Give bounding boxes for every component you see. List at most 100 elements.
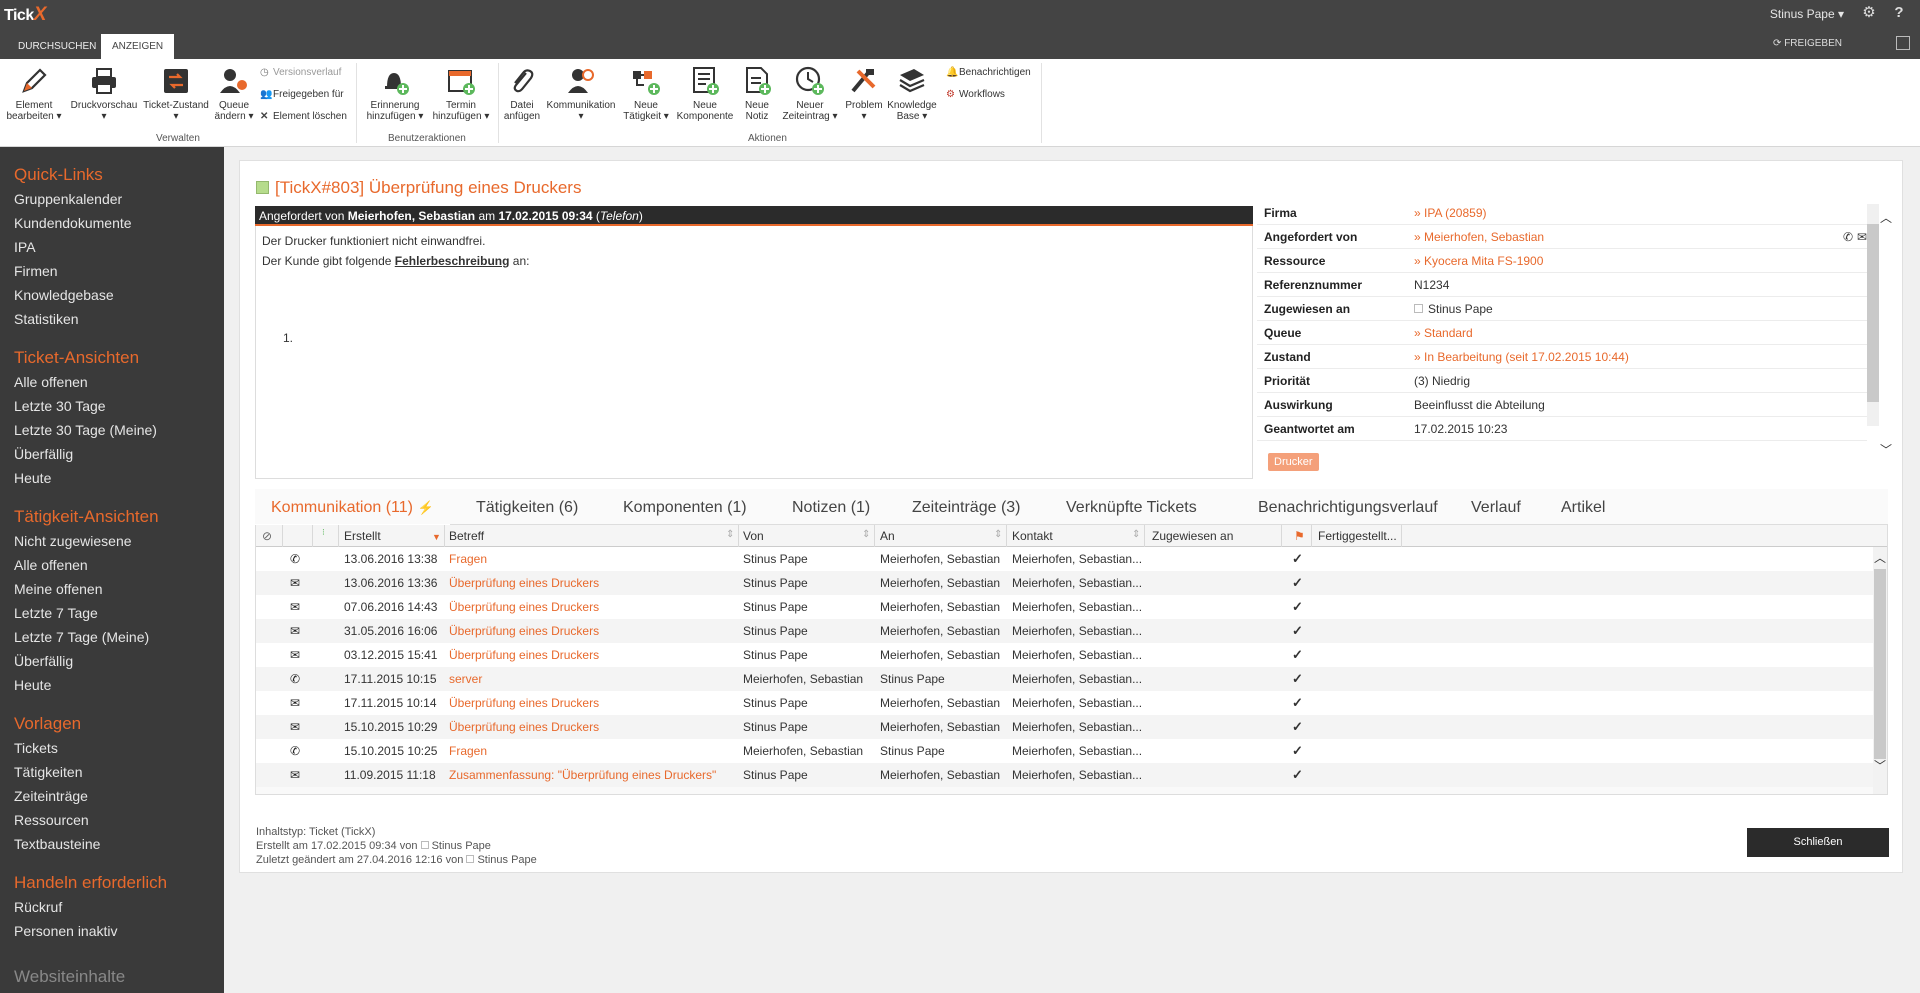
sidebar-item-activities-today[interactable]: Heute: [14, 677, 51, 693]
close-button[interactable]: Schließen: [1747, 828, 1889, 857]
help-icon[interactable]: ?: [1890, 4, 1908, 22]
cell-subject-link[interactable]: Zusammenfassung: "Überprüfung eines Druc…: [449, 763, 716, 787]
cell-subject-link[interactable]: Überprüfung eines Druckers: [449, 691, 599, 715]
sidebar-heading-ticket-views[interactable]: Ticket-Ansichten: [14, 348, 139, 368]
sidebar-item-my-open[interactable]: Meine offenen: [14, 581, 102, 597]
tab-activities[interactable]: Tätigkeiten (6): [476, 499, 578, 517]
change-queue-button[interactable]: Queue ändern ▾: [210, 65, 258, 122]
sort-desc-icon[interactable]: ▼: [432, 532, 441, 542]
attachment-icon[interactable]: ⊘: [262, 529, 272, 543]
sidebar-heading-quick-links[interactable]: Quick-Links: [14, 165, 103, 185]
completed-icon[interactable]: ⚑: [1294, 529, 1305, 543]
sort-dots-icon[interactable]: ⁝: [322, 527, 325, 538]
table-row[interactable]: ✆ 15.10.2015 10:25 Fragen Meierhofen, Sebas…: [256, 739, 1874, 763]
sort-icon[interactable]: ⇕: [862, 529, 870, 540]
sidebar-heading-action-required[interactable]: Handeln erforderlich: [14, 873, 167, 893]
cell-subject-link[interactable]: Fragen: [449, 739, 487, 763]
notify-button[interactable]: 🔔Benachrichtigen: [946, 67, 1031, 78]
fullscreen-icon[interactable]: [1896, 36, 1910, 50]
problem-button[interactable]: Problem ▾: [842, 65, 886, 122]
sidebar-item-unassigned[interactable]: Nicht zugewiesene: [14, 533, 132, 549]
knowledge-base-button[interactable]: Knowledge Base ▾: [886, 65, 938, 122]
sidebar-item-overdue[interactable]: Überfällig: [14, 446, 73, 462]
col-subject[interactable]: Betreff: [449, 529, 484, 543]
sidebar-item-last-30-days[interactable]: Letzte 30 Tage: [14, 398, 106, 414]
cell-subject-link[interactable]: Überprüfung eines Druckers: [449, 619, 599, 643]
cell-subject-link[interactable]: Überprüfung eines Druckers: [449, 571, 599, 595]
new-component-button[interactable]: Neue Komponente: [674, 65, 736, 122]
tab-components[interactable]: Komponenten (1): [623, 499, 747, 517]
print-preview-button[interactable]: Druckvorschau ▾: [70, 65, 138, 122]
assignee[interactable]: Stinus Pape: [1414, 297, 1493, 321]
cell-subject-link[interactable]: Überprüfung eines Druckers: [449, 643, 599, 667]
sidebar-item-group-calendar[interactable]: Gruppenkalender: [14, 191, 122, 207]
cell-subject-link[interactable]: Fragen: [449, 547, 487, 571]
new-time-entry-button[interactable]: Neuer Zeiteintrag ▾: [778, 65, 842, 122]
col-contact[interactable]: Kontakt: [1012, 529, 1053, 543]
scrollbar-thumb[interactable]: [1874, 569, 1886, 759]
communication-button[interactable]: Kommunikation ▾: [546, 65, 616, 122]
tab-time-entries[interactable]: Zeiteinträge (3): [912, 499, 1021, 517]
sidebar-item-tickets[interactable]: Tickets: [14, 740, 58, 756]
table-row[interactable]: ✉ 03.12.2015 15:41 Überprüfung eines Druck…: [256, 643, 1874, 667]
mail-icon[interactable]: ✉: [1857, 225, 1867, 249]
queue-link[interactable]: Standard: [1414, 321, 1473, 345]
user-menu[interactable]: Stinus Pape ▾: [1770, 7, 1844, 21]
resource-link[interactable]: Kyocera Mita FS-1900: [1414, 249, 1543, 273]
cell-subject-link[interactable]: Überprüfung eines Druckers: [449, 715, 599, 739]
sidebar-item-text-blocks[interactable]: Textbausteine: [14, 836, 100, 852]
add-reminder-button[interactable]: Erinnerung hinzufügen ▾: [364, 65, 426, 122]
sidebar-item-statistics[interactable]: Statistiken: [14, 311, 79, 327]
sidebar-item-knowledgebase[interactable]: Knowledgebase: [14, 287, 114, 303]
gear-icon[interactable]: ⚙: [1860, 4, 1878, 22]
sidebar-item-callback[interactable]: Rückruf: [14, 899, 62, 915]
app-logo[interactable]: TickX: [4, 4, 46, 26]
version-history-button[interactable]: ◷ Versionsverlauf: [260, 67, 341, 78]
tab-durchsuchen[interactable]: DURCHSUCHEN: [7, 34, 107, 59]
sidebar-item-time-entries[interactable]: Zeiteinträge: [14, 788, 88, 804]
shared-with-button[interactable]: 👥Freigegeben für: [260, 89, 344, 100]
sidebar-item-ipa[interactable]: IPA: [14, 239, 36, 255]
sidebar-heading-templates[interactable]: Vorlagen: [14, 714, 81, 734]
col-created[interactable]: Erstellt: [344, 529, 381, 543]
state-link[interactable]: In Bearbeitung (seit 17.02.2015 10:44): [1414, 345, 1629, 369]
table-row[interactable]: ✉ 07.06.2016 14:43 Überprüfung eines Druck…: [256, 595, 1874, 619]
new-activity-button[interactable]: Neue Tätigkeit ▾: [618, 65, 674, 122]
tab-notification-history[interactable]: Benachrichtigungsverlauf: [1258, 499, 1438, 517]
cell-subject-link[interactable]: Überprüfung eines Druckers: [449, 595, 599, 619]
error-description-link[interactable]: Fehlerbeschreibung: [395, 254, 510, 268]
tab-history[interactable]: Verlauf: [1471, 499, 1521, 517]
scroll-down-icon[interactable]: ﹀: [1874, 757, 1886, 774]
cell-subject-link[interactable]: server: [449, 667, 482, 691]
table-row[interactable]: ✉ 31.05.2016 16:06 Überprüfung eines Druck…: [256, 619, 1874, 643]
sidebar-item-last-7-days[interactable]: Letzte 7 Tage: [14, 605, 98, 621]
created-by-user[interactable]: Stinus Pape: [432, 840, 491, 852]
scroll-down-icon[interactable]: ﹀: [1880, 441, 1892, 458]
table-row[interactable]: ✉ 15.10.2015 10:29 Überprüfung eines Druck…: [256, 715, 1874, 739]
table-row[interactable]: ✆ 17.11.2015 10:15 server Meierhofen, Sebas…: [256, 667, 1874, 691]
table-row-partial[interactable]: [256, 787, 1874, 794]
table-row[interactable]: ✉ 13.06.2016 13:36 Überprüfung eines Druck…: [256, 571, 1874, 595]
table-row[interactable]: ✉ 11.09.2015 11:18 Zusammenfassung: "Überp…: [256, 763, 1874, 787]
col-to[interactable]: An: [880, 529, 895, 543]
share-button[interactable]: ⟳ FREIGEBEN: [1773, 38, 1842, 49]
table-row[interactable]: ✉ 17.11.2015 10:14 Überprüfung eines Druck…: [256, 691, 1874, 715]
tab-communication[interactable]: Kommunikation (11) ⚡: [271, 499, 434, 517]
sidebar-item-persons-inactive[interactable]: Personen inaktiv: [14, 923, 118, 939]
new-note-button[interactable]: Neue Notiz: [738, 65, 776, 122]
sidebar-item-activities-all-open[interactable]: Alle offenen: [14, 557, 88, 573]
col-assigned-to[interactable]: Zugewiesen an: [1152, 529, 1233, 543]
requester-link[interactable]: Meierhofen, Sebastian: [1414, 225, 1544, 249]
scroll-up-icon[interactable]: ︿: [1880, 209, 1892, 226]
scroll-up-icon[interactable]: ︿: [1874, 549, 1886, 566]
ticket-state-button[interactable]: Ticket-Zustand ▾: [142, 65, 210, 122]
sidebar-item-customer-docs[interactable]: Kundendokumente: [14, 215, 132, 231]
table-row[interactable]: ✆ 13.06.2016 13:38 Fragen Stinus Pape Meierh…: [256, 547, 1874, 571]
tab-articles[interactable]: Artikel: [1561, 499, 1605, 517]
sidebar-item-last-30-days-mine[interactable]: Letzte 30 Tage (Meine): [14, 422, 157, 438]
sidebar-item-activities-overdue[interactable]: Überfällig: [14, 653, 73, 669]
tab-anzeigen[interactable]: ANZEIGEN: [101, 34, 175, 59]
properties-scrollbar[interactable]: [1867, 204, 1879, 426]
col-completed[interactable]: Fertiggestellt...: [1318, 529, 1397, 543]
col-from[interactable]: Von: [743, 529, 764, 543]
